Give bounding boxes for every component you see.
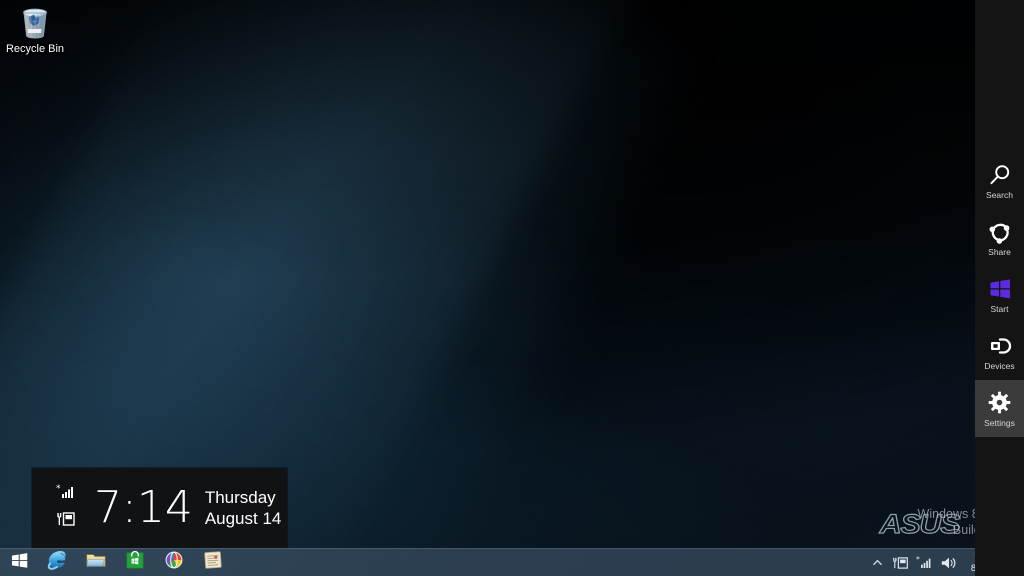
notes-icon bbox=[202, 549, 224, 576]
taskbar-item-file-explorer[interactable] bbox=[77, 549, 115, 576]
clock-widget-weekday: Thursday bbox=[204, 488, 276, 507]
clock-widget-time: 7:14 bbox=[94, 482, 193, 533]
charm-devices[interactable]: Devices bbox=[975, 323, 1024, 380]
charm-search[interactable]: Search bbox=[975, 152, 1024, 209]
signal-bars-icon: * bbox=[56, 484, 76, 504]
start-button[interactable] bbox=[0, 549, 38, 576]
charms-bar: Search Share Start Devices Settings bbox=[975, 0, 1024, 576]
search-icon bbox=[987, 162, 1013, 188]
svg-text:*: * bbox=[916, 555, 920, 564]
charm-settings[interactable]: Settings bbox=[975, 380, 1024, 437]
folder-icon bbox=[85, 549, 107, 576]
taskbar-item-internet-explorer[interactable] bbox=[38, 549, 76, 576]
gear-icon bbox=[987, 390, 1013, 416]
taskbar-item-browser-globe[interactable] bbox=[155, 549, 193, 576]
charm-devices-label: Devices bbox=[984, 360, 1015, 371]
chevron-up-icon[interactable] bbox=[867, 549, 887, 576]
tray-volume-icon[interactable] bbox=[938, 549, 959, 576]
taskbar-item-windows-store[interactable] bbox=[116, 549, 154, 576]
charm-share[interactable]: Share bbox=[975, 209, 1024, 266]
globe-icon bbox=[163, 549, 185, 576]
charms-bar-top-spacer bbox=[975, 0, 1024, 152]
taskbar: * 7:14 PM 8/14/2014 bbox=[0, 548, 1024, 576]
taskbar-pinned-items bbox=[38, 549, 232, 576]
charm-start-label: Start bbox=[990, 303, 1009, 314]
desktop-screen: ASUS Recycle Bin * 7:14 Thursday August … bbox=[0, 0, 1024, 576]
taskbar-item-sticky-notes[interactable] bbox=[194, 549, 232, 576]
battery-icon bbox=[56, 511, 76, 532]
share-icon bbox=[987, 219, 1013, 245]
svg-text:*: * bbox=[56, 484, 61, 494]
charm-share-label: Share bbox=[988, 246, 1011, 257]
desktop-icon-recycle-bin[interactable]: Recycle Bin bbox=[4, 2, 66, 56]
charm-search-label: Search bbox=[986, 189, 1013, 200]
internet-explorer-icon bbox=[46, 549, 68, 576]
windows-icon bbox=[10, 551, 29, 575]
clock-widget-date: August 14 bbox=[204, 509, 282, 528]
windows-icon bbox=[987, 276, 1013, 302]
clock-widget-status-icons: * bbox=[32, 484, 88, 532]
recycle-bin-label: Recycle Bin bbox=[5, 43, 65, 55]
charm-start[interactable]: Start bbox=[975, 266, 1024, 323]
recycle-bin-icon bbox=[16, 4, 54, 42]
devices-icon bbox=[987, 333, 1013, 359]
tray-network-signal-icon[interactable]: * bbox=[914, 549, 935, 576]
tray-battery-icon[interactable] bbox=[890, 549, 911, 576]
charm-settings-label: Settings bbox=[984, 417, 1015, 428]
store-bag-icon bbox=[124, 549, 146, 576]
clock-widget-date-block: Thursday August 14 bbox=[205, 487, 282, 529]
clock-widget: * 7:14 Thursday August 14 bbox=[32, 468, 287, 548]
